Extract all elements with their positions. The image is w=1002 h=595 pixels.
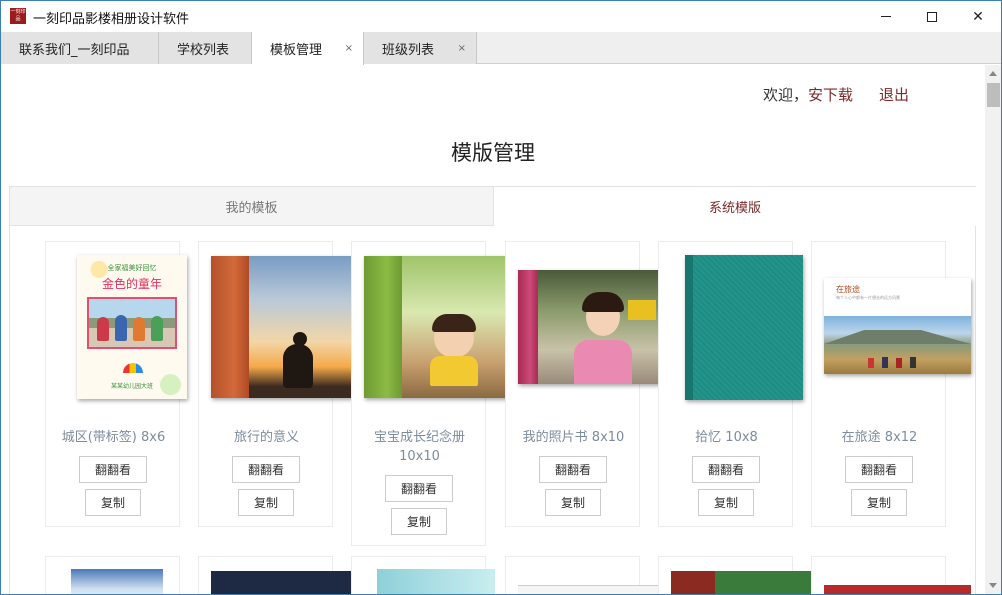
tab-system-templates[interactable]: 系统模版 — [494, 187, 976, 226]
mountain-landscape-cover[interactable]: 在旅途 每个人心中都有一片想去的远方风景 — [812, 252, 971, 402]
cover-image — [211, 256, 358, 398]
tab-school-list[interactable]: 学校列表 — [159, 32, 252, 64]
username-link[interactable]: 安下载 — [808, 86, 853, 104]
template-card[interactable]: 拾忆 10x8 翻翻看 复制 — [658, 241, 803, 527]
cover-image: 全家福美好回忆 金色的童年 某某幼儿园大班 — [77, 255, 187, 399]
scroll-thumb[interactable] — [987, 83, 1000, 107]
template-card-partial[interactable] — [811, 556, 971, 594]
app-logo-icon: 一刻印品 — [10, 8, 26, 24]
cover-image — [685, 255, 803, 400]
cover-image — [71, 569, 163, 594]
minimize-button[interactable] — [863, 1, 909, 32]
copy-button[interactable]: 复制 — [545, 489, 601, 516]
welcome-label: 欢迎， — [763, 86, 809, 104]
app-window: 一刻印品 一刻印品影楼相册设计软件 ✕ 联系我们_一刻印品 学校列表 模板管理 … — [0, 0, 1002, 595]
tab-contact-us[interactable]: 联系我们_一刻印品 — [1, 32, 159, 64]
template-name: 我的照片书 8x10 — [522, 430, 625, 445]
template-card[interactable]: 在旅途 每个人心中都有一片想去的远方风景 在旅途 8x12 翻翻看 复制 — [811, 241, 971, 527]
cover-image — [671, 571, 818, 594]
template-card-partial[interactable] — [45, 556, 180, 594]
tab-label: 班级列表 — [382, 42, 435, 58]
flip-preview-button[interactable]: 翻翻看 — [385, 475, 453, 502]
copy-button[interactable]: 复制 — [698, 489, 754, 516]
tab-my-templates[interactable]: 我的模板 — [10, 187, 494, 226]
template-card[interactable]: 旅行的意义 翻翻看 复制 — [198, 241, 358, 527]
scroll-down-icon[interactable] — [989, 583, 997, 588]
template-card-partial[interactable] — [658, 556, 818, 594]
cover-image — [518, 270, 665, 384]
travel-title-text: 在旅途 — [836, 285, 860, 294]
copy-button[interactable]: 复制 — [85, 489, 141, 516]
cover-image — [364, 256, 511, 398]
school-bottom-text: 某某幼儿园大班 — [110, 383, 153, 390]
girl-portrait-cover[interactable] — [506, 252, 665, 402]
close-window-button[interactable]: ✕ — [955, 1, 1001, 32]
template-name: 拾忆 10x8 — [695, 430, 758, 445]
scroll-up-icon[interactable] — [989, 71, 997, 76]
template-name: 在旅途 8x12 — [841, 430, 918, 445]
cover-image — [211, 571, 356, 594]
template-card[interactable]: 我的照片书 8x10 翻翻看 复制 — [505, 241, 665, 527]
welcome-text: 欢迎，安下载 — [763, 84, 853, 105]
minimize-icon — [881, 16, 891, 17]
copy-button[interactable]: 复制 — [851, 489, 907, 516]
template-name: 宝宝成长纪念册 10x10 — [373, 430, 465, 464]
school-title-text: 金色的童年 — [101, 277, 162, 291]
main-content: 欢迎，安下载 退出 模版管理 我的模板 系统模版 全家福美好回忆 金色的童年 某… — [1, 65, 985, 594]
template-card-partial[interactable] — [198, 556, 356, 594]
tab-label: 联系我们_一刻印品 — [19, 42, 130, 58]
flip-preview-button[interactable]: 翻翻看 — [232, 456, 300, 483]
cover-image: 在旅途 每个人心中都有一片想去的远方风景 — [824, 278, 971, 374]
title-bar: 一刻印品 一刻印品影楼相册设计软件 ✕ — [1, 1, 1001, 32]
window-title: 一刻印品影楼相册设计软件 — [33, 12, 190, 27]
tab-template-manage[interactable]: 模板管理 × — [252, 32, 364, 65]
tab-label: 模板管理 — [270, 43, 323, 58]
app-logo-text: 一刻印品 — [10, 9, 26, 22]
school-top-text: 全家福美好回忆 — [107, 264, 157, 272]
baby-growth-cover[interactable] — [352, 252, 511, 402]
vertical-scrollbar[interactable] — [985, 65, 1001, 594]
school-album-cover[interactable]: 全家福美好回忆 金色的童年 某某幼儿园大班 — [46, 252, 187, 402]
template-panel: 我的模板 系统模版 全家福美好回忆 金色的童年 某某幼儿园大班 城区(带标签) … — [9, 186, 976, 594]
flip-preview-button[interactable]: 翻翻看 — [539, 456, 607, 483]
copy-button[interactable]: 复制 — [391, 508, 447, 535]
cover-image — [824, 585, 971, 594]
tab-close-icon[interactable]: × — [345, 43, 353, 54]
flip-preview-button[interactable]: 翻翻看 — [845, 456, 913, 483]
maximize-button[interactable] — [909, 1, 955, 32]
teal-linen-cover[interactable] — [659, 252, 803, 402]
copy-button[interactable]: 复制 — [238, 489, 294, 516]
tab-strip: 联系我们_一刻印品 学校列表 模板管理 × 班级列表 × — [1, 32, 1001, 65]
tab-label: 学校列表 — [177, 42, 230, 58]
sunset-silhouette-cover[interactable] — [199, 252, 358, 402]
template-card-partial[interactable] — [505, 556, 663, 594]
tab-close-icon[interactable]: × — [458, 43, 466, 54]
page-title: 模版管理 — [451, 141, 535, 165]
template-card[interactable]: 全家福美好回忆 金色的童年 某某幼儿园大班 城区(带标签) 8x6 翻翻看 复制 — [45, 241, 187, 527]
cover-image — [518, 585, 663, 594]
cover-image — [377, 569, 495, 594]
flip-preview-button[interactable]: 翻翻看 — [79, 456, 147, 483]
logout-link[interactable]: 退出 — [879, 84, 909, 105]
close-icon: ✕ — [972, 8, 984, 25]
maximize-icon — [927, 11, 937, 22]
travel-sub-text: 每个人心中都有一片想去的远方风景 — [836, 295, 900, 300]
template-name: 旅行的意义 — [233, 430, 299, 445]
flip-preview-button[interactable]: 翻翻看 — [692, 456, 760, 483]
template-card[interactable]: 宝宝成长纪念册 10x10 翻翻看 复制 — [351, 241, 511, 546]
template-card-partial[interactable] — [351, 556, 495, 594]
template-name: 城区(带标签) 8x6 — [61, 430, 166, 445]
tab-class-list[interactable]: 班级列表 × — [364, 32, 477, 64]
